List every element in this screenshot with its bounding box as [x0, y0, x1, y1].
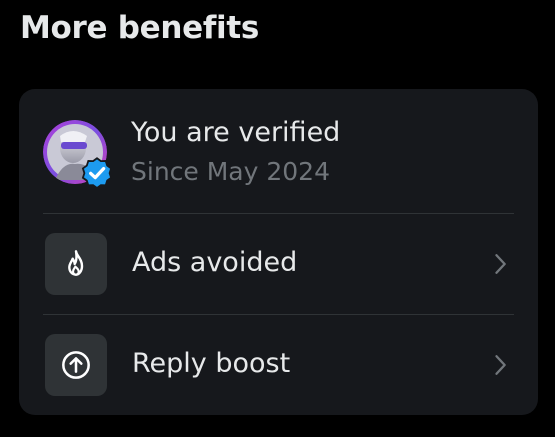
chevron-right-icon — [486, 250, 514, 278]
benefit-icon-box — [45, 233, 107, 295]
flame-icon — [68, 250, 84, 276]
avatar-container — [43, 120, 113, 190]
benefits-page: More benefits You are verified Since May… — [0, 0, 555, 437]
benefit-label: Reply boost — [132, 348, 291, 379]
benefit-ads-avoided[interactable]: Ads avoided — [43, 233, 514, 299]
benefit-icon-box — [45, 334, 107, 396]
verified-status-row: You are verified Since May 2024 — [43, 117, 513, 190]
arrow-up-circle-icon — [62, 351, 90, 379]
divider — [43, 314, 514, 315]
section-title: More benefits — [20, 10, 260, 46]
divider — [43, 213, 514, 214]
benefits-card: You are verified Since May 2024 Ads avoi… — [19, 89, 538, 415]
chevron-right-icon — [486, 351, 514, 379]
benefit-reply-boost[interactable]: Reply boost — [43, 334, 514, 400]
benefit-label: Ads avoided — [132, 247, 298, 278]
verified-badge-icon — [79, 156, 115, 192]
verified-since: Since May 2024 — [131, 157, 330, 186]
verified-title: You are verified — [131, 117, 341, 148]
